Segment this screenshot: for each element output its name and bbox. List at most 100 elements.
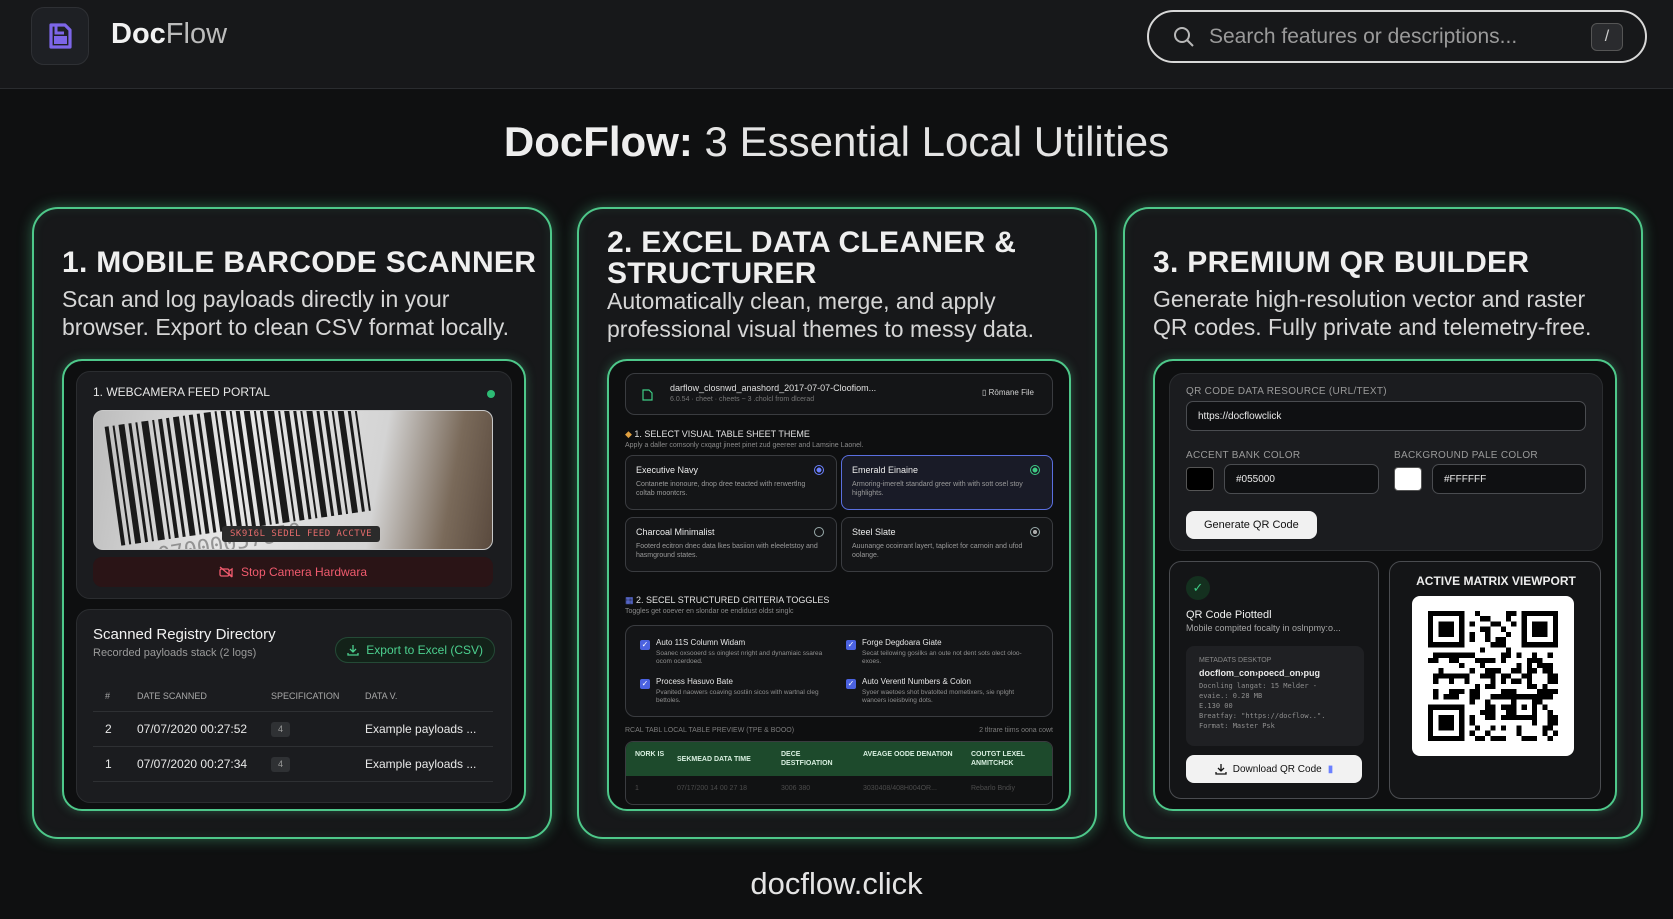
grid-icon: ▦ <box>625 595 637 605</box>
top-bar: DocFlow Search features or descriptions.… <box>0 0 1673 89</box>
theme-name: Emerald Einaine <box>852 465 919 475</box>
download-qr-button[interactable]: Download QR Code ▮ <box>1186 755 1362 783</box>
download-icon <box>347 645 359 656</box>
card-title: 1. MOBILE BARCODE SCANNER <box>62 246 537 279</box>
toggle-description: Soanec oxsooerd ss oinglest nright and d… <box>656 650 823 665</box>
table-row[interactable]: 2 07/07/2020 00:27:52 4 Example payloads… <box>93 712 493 747</box>
registry-table: # DATE SCANNED SPECIFICATION DATA V. 2 0… <box>93 680 493 782</box>
spec-chip: 4 <box>271 722 290 737</box>
site-url: docflow.click <box>750 866 923 901</box>
file-meta: 6.0.54 · cheet · cheets ~ 3 .cholcl from… <box>670 396 815 403</box>
metadata-line: E.130 00 <box>1199 702 1233 710</box>
download-icon <box>1215 764 1227 775</box>
qr-settings-panel: QR CODE DATA RESOURCE (URL/TEXT) https:/… <box>1169 373 1603 551</box>
theme-radio[interactable] <box>1030 527 1040 537</box>
document-logo-icon <box>49 23 72 49</box>
toggle-title: Forge Degdoara Giate <box>862 638 942 647</box>
preview-label: RCAL TABL LOCAL TABLE PREVIEW (TPE & BOO… <box>625 727 1053 734</box>
row-date: 07/07/2020 00:27:52 <box>137 722 248 736</box>
download-qr-label: Download QR Code <box>1232 763 1322 775</box>
checkbox-checked[interactable]: ✓ <box>846 679 856 689</box>
search-shortcut-key: / <box>1591 22 1623 51</box>
live-status-dot <box>487 390 495 398</box>
background-color-input[interactable]: #FFFFFF <box>1432 464 1586 494</box>
camera-preview: 07000057850 SK9I6L SEDEL FEED ACCTVE <box>93 410 493 550</box>
qr-builder-card: 3. PREMIUM QR BUILDER Generate high-reso… <box>1123 207 1643 839</box>
page-title: DocFlow: 3 Essential Local Utilities <box>503 118 1170 165</box>
theme-section-subtitle: Apply a daller comsonly cxqagt jineet pi… <box>625 442 864 449</box>
search-icon <box>1174 26 1194 47</box>
toggle-title: Auto Verentl Numbers & Colon <box>862 677 971 686</box>
metadata-box: METADATS DESKTOP docflom_con›poecd_on›pu… <box>1186 646 1364 746</box>
theme-name: Charcoal Minimalist <box>636 527 715 537</box>
theme-option-steel-slate[interactable]: Steel Slate Auunange ocoirrant layert, t… <box>841 517 1053 572</box>
registry-subtitle: Recorded payloads stack (2 logs) <box>93 647 257 659</box>
file-icon: ▮ <box>1327 763 1334 775</box>
preview-count: 2 tltrare tiims oona cowt <box>979 727 1053 734</box>
data-resource-label: QR CODE DATA RESOURCE (URL/TEXT) <box>1186 386 1387 397</box>
theme-option-executive-navy[interactable]: Executive Navy Contanete inonoure, dnop … <box>625 455 837 510</box>
card-title: 3. PREMIUM QR BUILDER <box>1153 246 1530 279</box>
toggles-panel: ✓ Auto 11S Column Widam Soanec oxsooerd … <box>625 625 1053 717</box>
palette-icon: ◆ <box>625 429 635 439</box>
theme-radio[interactable] <box>814 465 824 475</box>
accent-color-input[interactable]: #055000 <box>1224 464 1379 494</box>
toggle-title: Auto 11S Column Widam <box>656 638 746 647</box>
toggle-title: Process Hasuvo Bate <box>656 677 733 686</box>
column-header: # <box>105 690 111 701</box>
viewport-title: ACTIVE MATRIX VIEWPORT <box>1416 574 1576 588</box>
row-number: 1 <box>105 757 112 771</box>
spec-chip: 4 <box>271 757 290 772</box>
card-description: Scan and log payloads directly in your b… <box>62 286 509 340</box>
app-logo[interactable] <box>31 7 89 65</box>
result-subtitle: Mobile compited focalty in oslnpmy:o... <box>1186 623 1341 633</box>
card-description: Generate high-resolution vector and rast… <box>1153 286 1592 340</box>
qr-panel: QR CODE DATA RESOURCE (URL/TEXT) https:/… <box>1153 359 1617 811</box>
row-date: 07/07/2020 00:27:34 <box>137 757 248 771</box>
theme-radio[interactable] <box>814 527 824 537</box>
background-color-swatch[interactable] <box>1394 467 1422 491</box>
registry-title: Scanned Registry Directory <box>93 626 276 643</box>
checkbox-checked[interactable]: ✓ <box>846 640 856 650</box>
qr-code-image <box>1412 596 1574 756</box>
search-bar[interactable]: Search features or descriptions... / <box>1147 10 1647 63</box>
theme-option-emerald[interactable]: Emerald Einaine Armoring-imerelt standar… <box>841 455 1053 510</box>
row-data: Example payloads ... <box>365 722 477 736</box>
file-bar: darflow_closnwd_anashord_2017-07-07-Cloo… <box>625 373 1053 415</box>
theme-section-title: ◆ 1. SELECT VISUAL TABLE SHEET THEME <box>625 429 810 439</box>
export-csv-button[interactable]: Export to Excel (CSV) <box>335 637 495 663</box>
spreadsheet-file-icon <box>642 389 653 401</box>
theme-option-charcoal[interactable]: Charcoal Minimalist Footerd ecitron dnec… <box>625 517 837 572</box>
theme-name: Steel Slate <box>852 527 896 537</box>
check-icon: ✓ <box>1186 576 1210 600</box>
matrix-viewport-card: ACTIVE MATRIX VIEWPORT <box>1389 561 1601 799</box>
stop-camera-button[interactable]: Stop Camera Hardwara <box>93 557 493 587</box>
feed-title: 1. WEBCAMERA FEED PORTAL <box>93 385 270 399</box>
column-header: NORK IS <box>635 751 665 758</box>
rename-file-button[interactable]: ▯ Rōmane File <box>982 388 1034 397</box>
toggle-description: Syoer waetoes shot bvatolted mometixers,… <box>862 689 1015 704</box>
theme-description: Armoring-imerelt standard greer with wit… <box>852 481 1023 497</box>
qr-result-card: ✓ QR Code Piottedl Mobile compited focal… <box>1169 561 1379 799</box>
qr-data-input[interactable]: https://docflowclick <box>1186 401 1586 431</box>
checkbox-checked[interactable]: ✓ <box>640 640 650 650</box>
accent-color-swatch[interactable] <box>1186 467 1214 491</box>
feed-status-badge: SK9I6L SEDEL FEED ACCTVE <box>222 526 381 542</box>
camera-off-icon <box>219 566 233 578</box>
metadata-label: METADATS DESKTOP <box>1199 657 1272 664</box>
qr-code-matrix <box>1428 611 1558 741</box>
metadata-line: Breatfay: "https://docflow..". <box>1199 712 1326 720</box>
theme-radio[interactable] <box>1030 465 1040 475</box>
column-header: SEKMEAD DATA TIME <box>677 756 751 763</box>
result-title: QR Code Piottedl <box>1186 609 1272 621</box>
toggles-section-subtitle: Toggles get ooever en slondar oe endidus… <box>625 608 794 615</box>
search-input[interactable]: Search features or descriptions... <box>1209 25 1591 49</box>
checkbox-checked[interactable]: ✓ <box>640 679 650 689</box>
file-name: darflow_closnwd_anashord_2017-07-07-Cloo… <box>670 383 877 393</box>
theme-description: Auunange ocoirrant layert, taplicet for … <box>852 543 1023 559</box>
column-header: AVEAGE OODE DENATION <box>863 751 953 758</box>
metadata-line: Docnling langat: 15 Melder - <box>1199 682 1318 690</box>
generate-qr-button[interactable]: Generate QR Code <box>1186 511 1317 539</box>
table-row[interactable]: 1 07/07/2020 00:27:34 4 Example payloads… <box>93 747 493 782</box>
column-header: DATE SCANNED <box>137 690 207 701</box>
